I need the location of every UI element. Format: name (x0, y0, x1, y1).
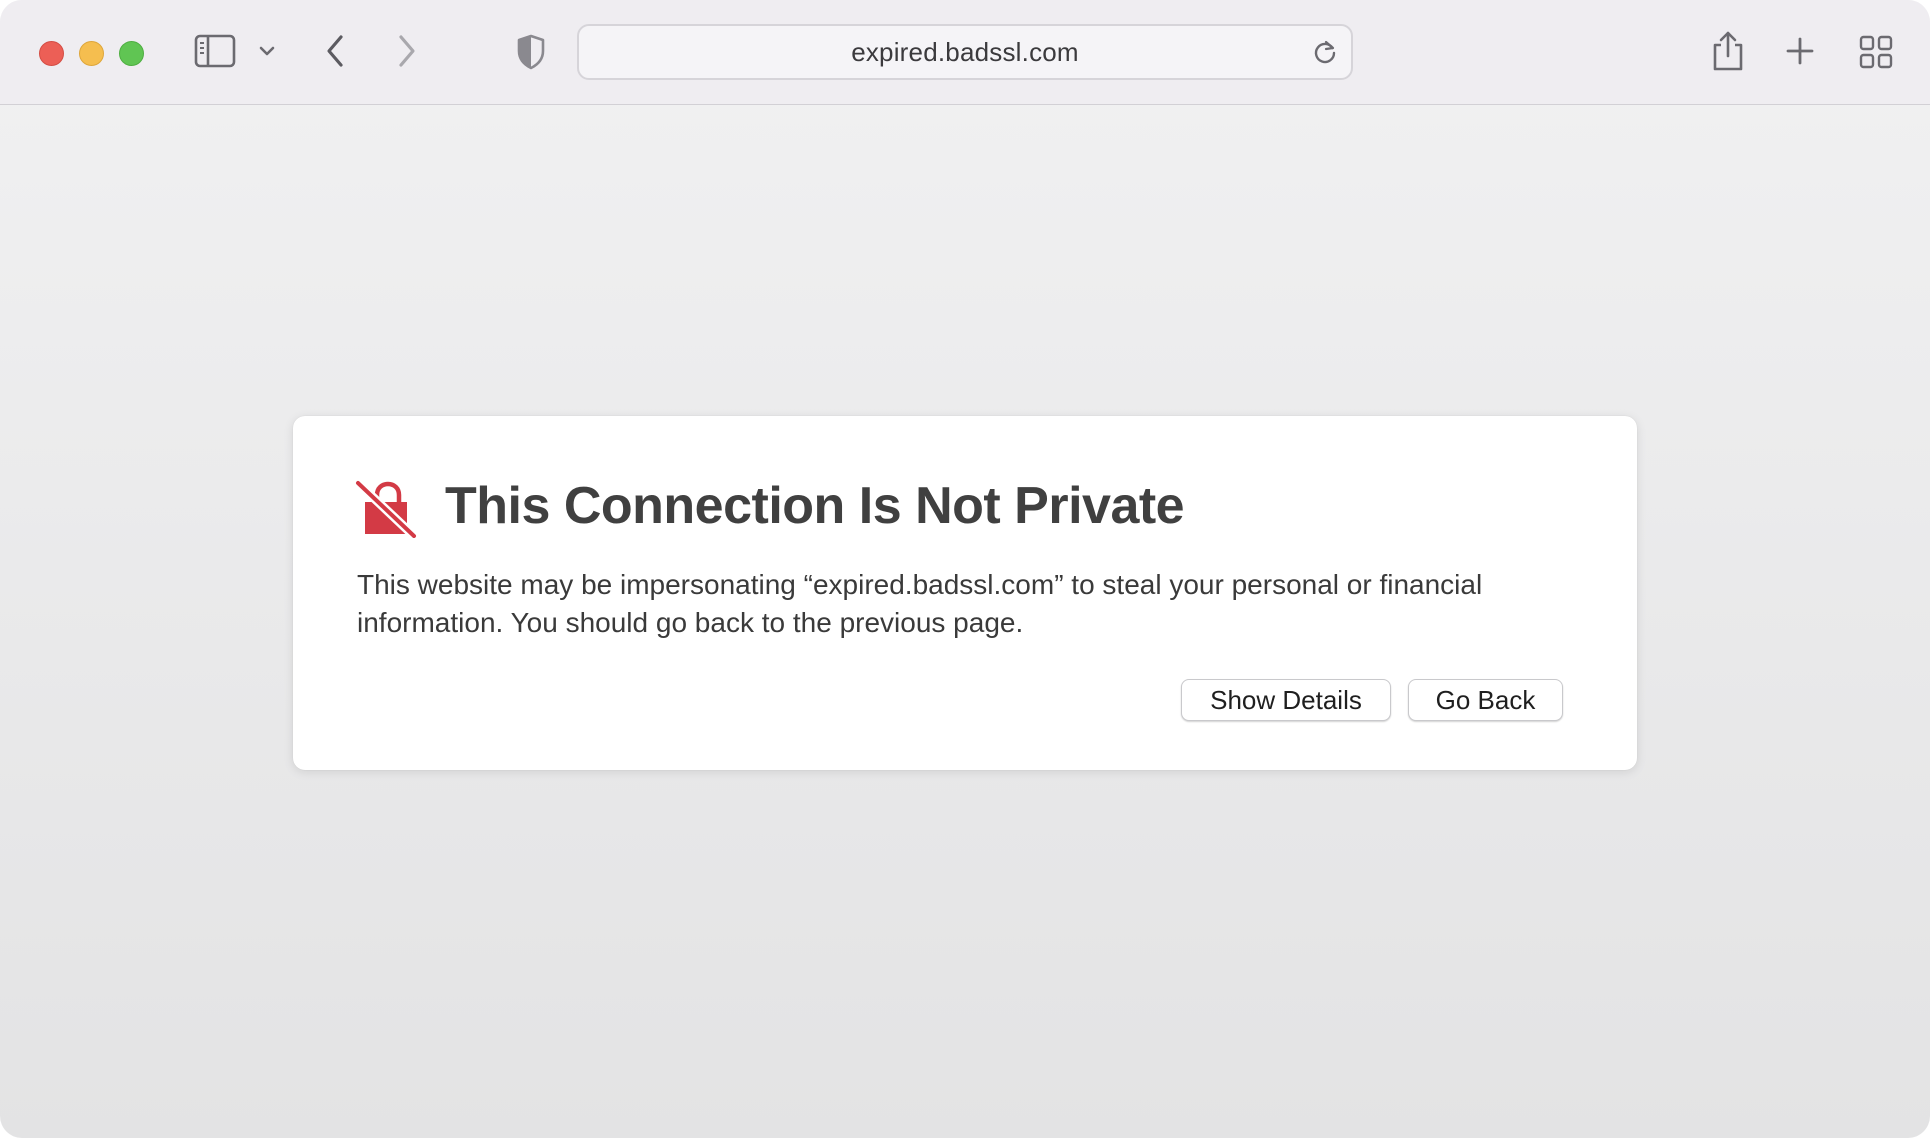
chevron-down-icon[interactable] (256, 40, 278, 62)
sidebar-icon[interactable] (192, 32, 238, 70)
address-bar[interactable]: expired.badssl.com (577, 24, 1353, 80)
chevron-right-icon[interactable] (390, 30, 424, 72)
show-details-button[interactable]: Show Details (1181, 679, 1391, 721)
broken-lock-icon (354, 479, 418, 540)
minimize-icon[interactable] (79, 41, 104, 66)
warning-card: This Connection Is Not Private This webs… (293, 416, 1637, 770)
chevron-left-icon[interactable] (318, 30, 352, 72)
close-icon[interactable] (39, 41, 64, 66)
address-url[interactable]: expired.badssl.com (579, 26, 1351, 78)
go-back-button[interactable]: Go Back (1408, 679, 1563, 721)
maximize-icon[interactable] (119, 41, 144, 66)
grid-icon[interactable] (1856, 32, 1896, 72)
share-icon[interactable] (1708, 28, 1748, 74)
reload-icon[interactable] (1311, 38, 1339, 66)
shield-icon[interactable] (512, 32, 550, 72)
warning-message: This website may be impersonating “expir… (357, 569, 1483, 638)
browser-toolbar: expired.badssl.com (0, 0, 1930, 105)
warning-title: This Connection Is Not Private (445, 477, 1185, 535)
plus-icon[interactable] (1781, 32, 1819, 70)
browser-window: expired.badssl.com This Connection Is No… (0, 0, 1930, 1138)
